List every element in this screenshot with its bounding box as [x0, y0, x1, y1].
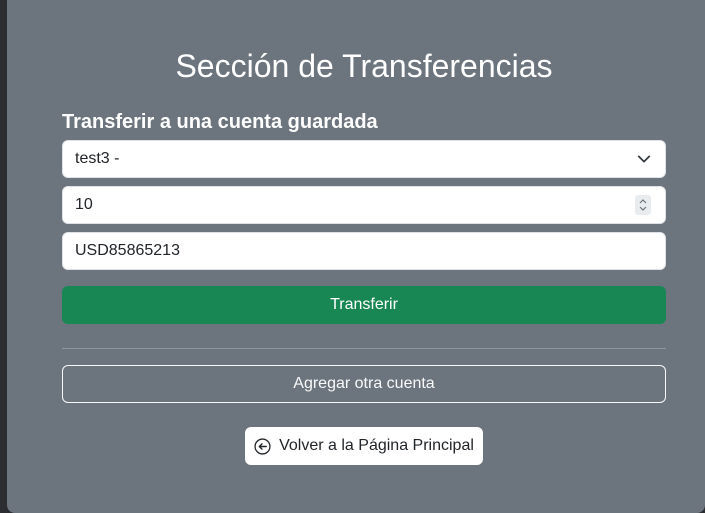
saved-account-value: test3 -: [75, 150, 120, 167]
page-title: Sección de Transferencias: [175, 48, 553, 84]
destination-account-input[interactable]: USD85865213: [62, 232, 666, 270]
back-button-label: Volver a la Página Principal: [279, 437, 474, 454]
chevron-down-icon: [637, 152, 651, 166]
divider: [62, 348, 666, 349]
add-account-button[interactable]: Agregar otra cuenta: [62, 365, 666, 403]
amount-input[interactable]: 10: [62, 186, 666, 224]
back-to-home-button[interactable]: Volver a la Página Principal: [245, 427, 483, 465]
transfer-card: Sección de Transferencias Transferir a u…: [7, 0, 705, 513]
amount-value: 10: [75, 196, 93, 213]
destination-account-value: USD85865213: [75, 242, 180, 259]
spinner-icon[interactable]: [635, 195, 651, 215]
transfer-button[interactable]: Transferir: [62, 286, 666, 324]
arrow-left-circle-icon: [254, 437, 271, 455]
section-subtitle: Transferir a una cuenta guardada: [62, 111, 378, 133]
saved-account-select[interactable]: test3 -: [62, 140, 666, 178]
